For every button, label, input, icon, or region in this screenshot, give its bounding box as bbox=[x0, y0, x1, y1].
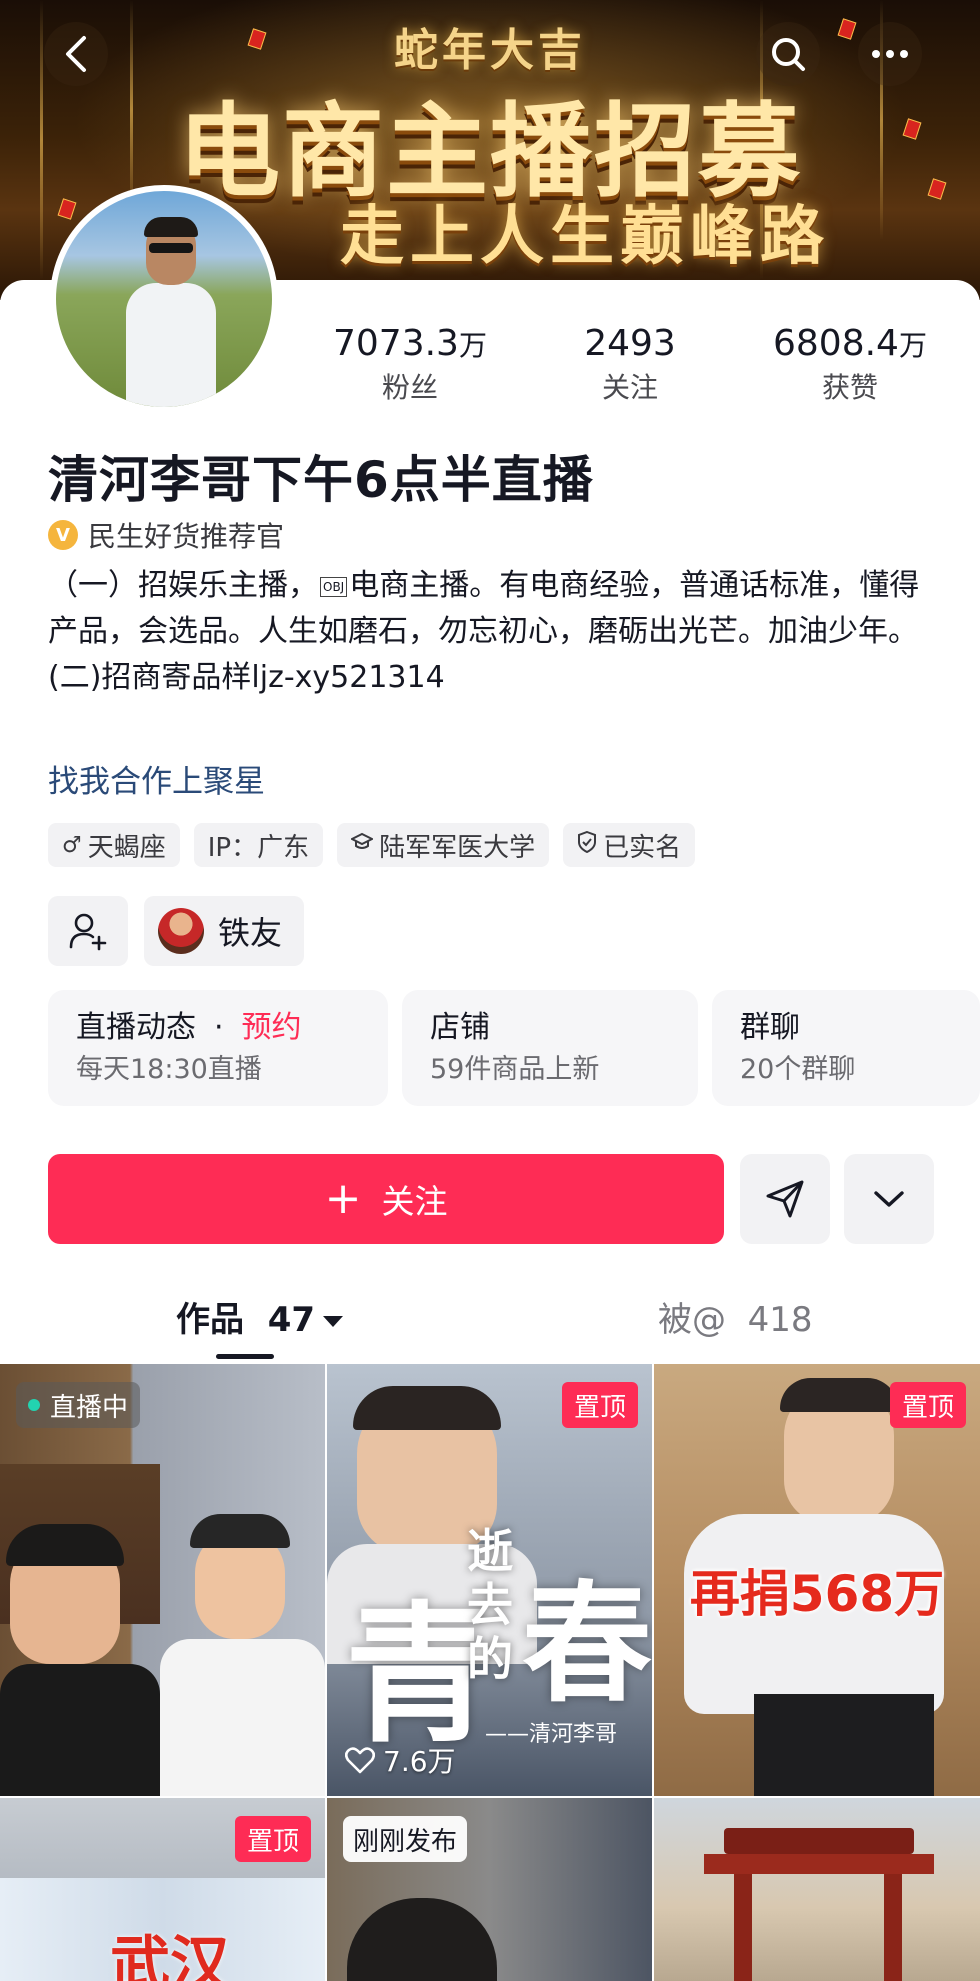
stat-following[interactable]: 2493 关注 bbox=[520, 322, 740, 412]
stat-value: 7073.3万 bbox=[333, 323, 487, 364]
graduation-cap-icon bbox=[349, 832, 375, 858]
reserve-link[interactable]: 预约 bbox=[242, 1010, 302, 1045]
banner-small-title: 蛇年大吉 bbox=[394, 25, 586, 76]
stat-followers[interactable]: 7073.3万 粉丝 bbox=[300, 322, 520, 412]
video-thumbnail[interactable]: 青 逝去的 春 ——清河李哥 置顶 7.6万 bbox=[327, 1364, 652, 1796]
feature-cards: 直播动态 · 预约 每天18:30直播 店铺 59件商品上新 群聊 20个群聊 bbox=[48, 990, 980, 1106]
person-hair bbox=[6, 1524, 124, 1566]
video-thumbnail[interactable] bbox=[654, 1798, 980, 1981]
share-button[interactable] bbox=[740, 1154, 830, 1244]
profile-stats: 7073.3万 粉丝 2493 关注 6808.4万 获赞 bbox=[300, 322, 960, 412]
fan-group-chip[interactable]: 铁友 bbox=[144, 896, 305, 966]
live-badge: 直播中 bbox=[16, 1382, 141, 1428]
follow-label: 关注 bbox=[381, 1182, 448, 1221]
card-subtitle: 每天18:30直播 bbox=[76, 1054, 262, 1085]
tag-real-name: 已实名 bbox=[563, 823, 696, 867]
leather-jacket bbox=[0, 1664, 160, 1796]
gate-roof bbox=[724, 1828, 914, 1854]
gate-pillar bbox=[734, 1874, 752, 1981]
more-button[interactable] bbox=[858, 22, 922, 86]
tag-ip-location: IP：广东 bbox=[193, 823, 324, 867]
verified-badge-icon: V bbox=[48, 520, 78, 550]
group-chat-card[interactable]: 群聊 20个群聊 bbox=[712, 990, 980, 1106]
card-title: 直播动态 · 预约 bbox=[76, 1010, 302, 1045]
shield-check-icon bbox=[577, 830, 597, 859]
bio-paragraph-2: (二)招商寄品样ljz-xy521314 bbox=[48, 660, 445, 695]
stat-value: 2493 bbox=[584, 323, 676, 364]
person-hair bbox=[347, 1898, 497, 1981]
back-button[interactable] bbox=[44, 22, 108, 86]
dark-pants bbox=[754, 1694, 934, 1796]
video-thumbnail[interactable]: 武汉 置顶 bbox=[0, 1798, 325, 1981]
stat-label: 关注 bbox=[601, 371, 658, 404]
friends-row: 铁友 bbox=[48, 896, 305, 966]
video-thumbnail[interactable]: 再捐568万 置顶 bbox=[654, 1364, 980, 1796]
fan-group-label: 铁友 bbox=[218, 914, 283, 952]
follow-button[interactable]: + 关注 bbox=[48, 1154, 724, 1244]
person-hair bbox=[780, 1378, 898, 1412]
verified-row[interactable]: V 民生好货推荐官 bbox=[48, 515, 284, 555]
live-dot-icon bbox=[28, 1399, 40, 1411]
search-icon bbox=[772, 38, 805, 71]
overlay-text-right: 春 bbox=[522, 1567, 652, 1720]
card-title: 店铺 bbox=[430, 1010, 490, 1045]
person-hair bbox=[190, 1514, 290, 1548]
tag-school[interactable]: 陆军军医大学 bbox=[337, 823, 550, 867]
send-icon bbox=[766, 1180, 804, 1218]
pinned-badge: 置顶 bbox=[561, 1382, 638, 1428]
avatar-photo-hair bbox=[144, 217, 198, 237]
person-hair bbox=[353, 1386, 501, 1430]
shop-card[interactable]: 店铺 59件商品上新 bbox=[402, 990, 698, 1106]
chevron-left-icon bbox=[66, 36, 86, 72]
video-thumbnail[interactable]: 刚刚发布 bbox=[327, 1798, 652, 1981]
add-user-icon bbox=[69, 913, 107, 951]
bio-paragraph-1: （一）招娱乐主播， OBJ 电商主播。有电商经验，普通话标准，懂得产品，会选品。人生… bbox=[48, 568, 920, 649]
pinned-badge: 置顶 bbox=[889, 1382, 966, 1428]
object-placeholder-icon: OBJ bbox=[320, 576, 348, 597]
stat-likes[interactable]: 6808.4万 获赞 bbox=[740, 322, 960, 412]
like-count: 7.6万 bbox=[345, 1740, 456, 1780]
fan-group-avatar bbox=[158, 908, 204, 954]
caret-down-icon bbox=[323, 1316, 344, 1327]
verified-text: 民生好货推荐官 bbox=[88, 520, 285, 553]
gate-pillar bbox=[884, 1874, 902, 1981]
overlay-text-vertical: 逝去的 bbox=[467, 1524, 513, 1686]
content-tabs: 作品 47 被@ 418 bbox=[0, 1282, 980, 1362]
search-button[interactable] bbox=[756, 22, 820, 86]
pinned-badge: 置顶 bbox=[234, 1816, 311, 1862]
male-icon: ♂ bbox=[62, 832, 82, 858]
signature-text: ——清河李哥 bbox=[485, 1722, 618, 1747]
card-title: 群聊 bbox=[740, 1010, 800, 1045]
profile-name: 清河李哥下午6点半直播 bbox=[48, 451, 594, 509]
profile-bio: （一）招娱乐主播， OBJ 电商主播。有电商经验，普通话标准，懂得产品，会选品。人生… bbox=[48, 563, 948, 701]
just-posted-badge: 刚刚发布 bbox=[343, 1816, 468, 1862]
gate-beam bbox=[704, 1854, 934, 1874]
video-grid: 直播中 青 逝去的 春 ——清河李哥 置顶 7.6万 再捐568万 置顶 武汉 … bbox=[0, 1364, 980, 1981]
tab-mentions[interactable]: 被@ 418 bbox=[658, 1292, 813, 1341]
overlay-text: 再捐568万 bbox=[689, 1565, 945, 1623]
add-friend-button[interactable] bbox=[48, 896, 128, 966]
overlay-text: 武汉 bbox=[110, 1930, 230, 1981]
video-thumbnail[interactable]: 直播中 bbox=[0, 1364, 325, 1796]
active-tab-indicator bbox=[216, 1354, 274, 1359]
plus-icon: + bbox=[324, 1173, 362, 1224]
tab-works[interactable]: 作品 47 bbox=[176, 1292, 344, 1341]
stat-label: 粉丝 bbox=[381, 371, 438, 404]
profile-tags: ♂ 天蝎座 IP：广东 陆军军医大学 已实名 bbox=[48, 823, 696, 867]
live-schedule-card[interactable]: 直播动态 · 预约 每天18:30直播 bbox=[48, 990, 388, 1106]
avatar[interactable] bbox=[50, 185, 278, 413]
more-options-button[interactable] bbox=[844, 1154, 934, 1244]
card-subtitle: 59件商品上新 bbox=[430, 1054, 600, 1085]
more-dots-icon bbox=[872, 50, 908, 58]
chevron-down-icon bbox=[874, 1191, 904, 1207]
stat-value: 6808.4万 bbox=[773, 323, 927, 364]
stat-label: 获赞 bbox=[821, 371, 878, 404]
tag-zodiac: ♂ 天蝎座 bbox=[48, 823, 180, 867]
avatar-photo-body bbox=[126, 283, 216, 407]
white-jacket bbox=[160, 1639, 325, 1796]
card-subtitle: 20个群聊 bbox=[740, 1054, 856, 1085]
heart-icon bbox=[345, 1747, 375, 1774]
bio-cooperation-link[interactable]: 找我合作上聚星 bbox=[48, 756, 265, 801]
avatar-photo-sunglasses bbox=[149, 243, 193, 253]
